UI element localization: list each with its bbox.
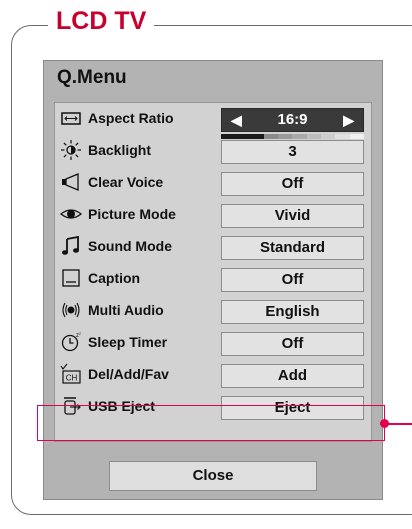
sound-mode-value[interactable]: Standard <box>221 236 364 260</box>
menu-item-sleep-timer[interactable]: zz Sleep Timer Off <box>55 327 371 359</box>
menu-item-label: Del/Add/Fav <box>88 366 169 382</box>
menu-item-label: Backlight <box>88 142 152 158</box>
menu-item-label: Sleep Timer <box>88 334 168 350</box>
menu-item-label: Multi Audio <box>88 302 164 318</box>
del-add-fav-icon-text: CH <box>66 374 78 383</box>
aspect-ratio-value-text: 16:9 <box>277 111 308 128</box>
backlight-value[interactable]: 3 <box>221 140 364 164</box>
picture-mode-value[interactable]: Vivid <box>221 204 364 228</box>
menu-item-caption[interactable]: Caption Off <box>55 263 371 295</box>
aspect-ratio-icon <box>60 107 82 129</box>
backlight-icon <box>60 139 82 161</box>
clear-voice-icon <box>60 171 82 193</box>
sleep-timer-value[interactable]: Off <box>221 332 364 356</box>
usb-eject-highlight <box>37 405 385 441</box>
sleep-timer-icon: zz <box>60 331 82 353</box>
del-add-fav-value[interactable]: Add <box>221 364 364 388</box>
left-arrow-icon[interactable]: ◀ <box>231 109 242 131</box>
menu-item-picture-mode[interactable]: Picture Mode Vivid <box>55 199 371 231</box>
menu-item-del-add-fav[interactable]: CH Del/Add/Fav Add <box>55 359 371 391</box>
backlight-level-bar <box>221 134 364 139</box>
menu-title: Q.Menu <box>57 67 127 88</box>
del-add-fav-icon: CH <box>60 363 82 385</box>
menu-item-label: Caption <box>88 270 141 286</box>
menu-item-sound-mode[interactable]: Sound Mode Standard <box>55 231 371 263</box>
multi-audio-value[interactable]: English <box>221 300 364 324</box>
menu-item-label: Clear Voice <box>88 174 164 190</box>
sound-mode-icon <box>60 235 82 257</box>
menu-item-label: Aspect Ratio <box>88 110 174 126</box>
clear-voice-value[interactable]: Off <box>221 172 364 196</box>
caption-value[interactable]: Off <box>221 268 364 292</box>
caption-icon <box>60 267 82 289</box>
callout-dot <box>380 419 389 428</box>
menu-item-label: Sound Mode <box>88 238 172 254</box>
aspect-ratio-value[interactable]: ◀ 16:9 ▶ <box>221 108 364 132</box>
svg-text:z: z <box>79 331 81 336</box>
menu-item-backlight[interactable]: Backlight 3 <box>55 134 371 167</box>
menu-item-label: Picture Mode <box>88 206 176 222</box>
menu-list: Aspect Ratio ◀ 16:9 ▶ Backlight 3 Clear … <box>54 102 372 442</box>
menu-item-multi-audio[interactable]: Multi Audio English <box>55 295 371 327</box>
right-arrow-icon[interactable]: ▶ <box>343 109 354 131</box>
picture-mode-icon <box>59 203 83 225</box>
section-title: LCD TV <box>48 5 155 37</box>
menu-item-aspect-ratio[interactable]: Aspect Ratio ◀ 16:9 ▶ <box>55 103 371 135</box>
callout-line <box>385 423 412 425</box>
multi-audio-icon <box>60 299 82 321</box>
close-button[interactable]: Close <box>109 461 317 491</box>
menu-item-clear-voice[interactable]: Clear Voice Off <box>55 167 371 199</box>
